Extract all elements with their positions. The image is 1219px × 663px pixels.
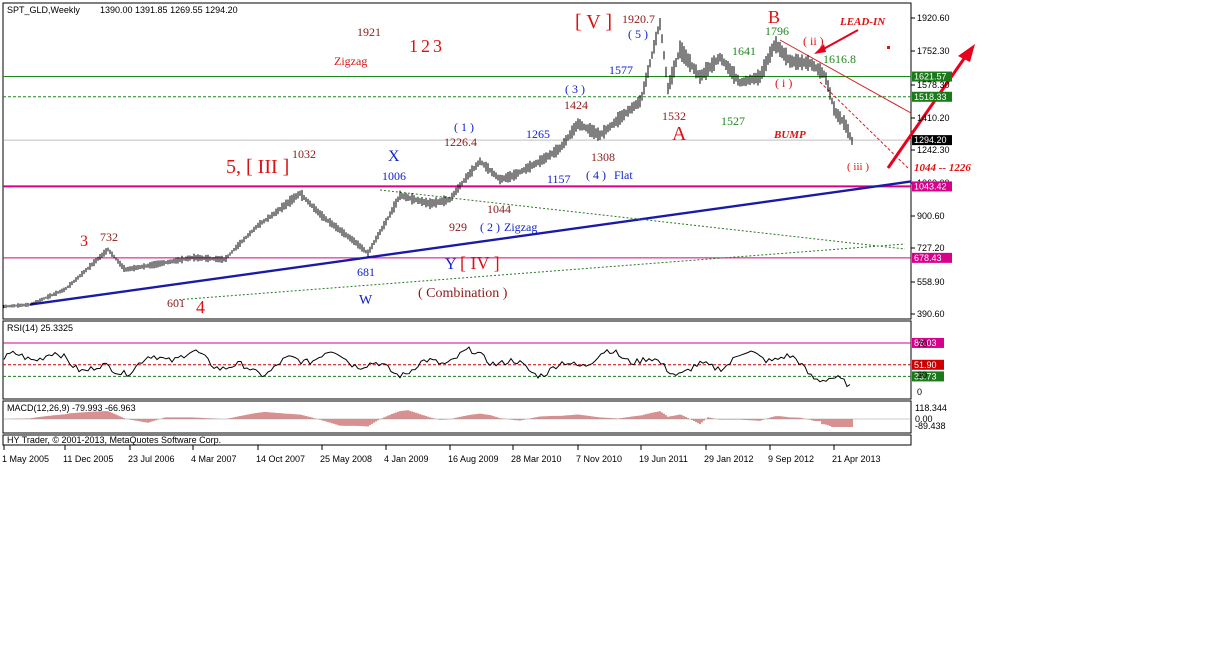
wave-label: 1920.7 [622, 12, 655, 26]
y-tick-label: 1752.30 [917, 46, 950, 56]
wave-label: ( iii ) [847, 161, 869, 173]
wave-label: ( 1 ) [454, 120, 474, 134]
x-tick-label: 25 May 2008 [320, 454, 372, 464]
wave-label: 1032 [292, 147, 316, 161]
rsi-level-label: 51.90 [914, 360, 937, 370]
x-tick-label: 1 May 2005 [2, 454, 49, 464]
wave-label: X [388, 148, 400, 165]
wave-label: 1616.8 [823, 52, 856, 66]
main-panel-frame [2, 2, 912, 320]
footer-copyright: HY Trader, © 2001-2013, MetaQuotes Softw… [7, 435, 221, 445]
wave-label: Flat [614, 168, 633, 182]
price-label: 1518.33 [914, 92, 947, 102]
chart-root: 86.03 51.90 33.73 1921 Zigzag 1 2 3[ V ] 1920.7… [0, 0, 1219, 658]
wave-label: 1044 [487, 202, 511, 216]
wave-label: [ V ] [575, 11, 612, 33]
x-tick-label: 9 Sep 2012 [768, 454, 814, 464]
x-tick-label: 11 Dec 2005 [63, 454, 113, 464]
wave-label: ( ii ) [803, 34, 824, 48]
wave-label: 1527 [721, 114, 745, 128]
x-tick-label: 21 Apr 2013 [832, 454, 881, 464]
wave-label: LEAD-IN [839, 16, 886, 28]
price-label: 678.43 [914, 253, 942, 263]
y-tick-label: 900.60 [917, 211, 945, 221]
wave-label: 732 [100, 230, 118, 244]
price-label: 1043.42 [914, 181, 947, 191]
wave-label: Zigzag [504, 220, 537, 234]
chart-ohlc: 1390.00 1391.85 1269.55 1294.20 [100, 5, 238, 15]
wave-label: 1424 [564, 98, 588, 112]
wave-label: 601 [167, 296, 185, 310]
wave-label: 1577 [609, 63, 633, 77]
forecast-arrowhead [958, 44, 975, 62]
wave-label: W [359, 293, 373, 308]
wave-label: 4 [196, 297, 205, 317]
macd-panel-frame [2, 400, 912, 434]
wave-label: A [672, 123, 687, 145]
macd-title: MACD(12,26,9) -79.993 -66.963 [7, 403, 136, 413]
wave-label: 1796 [765, 24, 789, 38]
x-tick-label: 28 Mar 2010 [511, 454, 562, 464]
wave-label: 1044 -- 1226 [914, 162, 971, 174]
x-tick-label: 16 Aug 2009 [448, 454, 499, 464]
macd-tick-label: -89.438 [915, 421, 946, 431]
wave-label: 1 [409, 36, 418, 56]
wave-label: Y [445, 256, 457, 273]
rsi-title: RSI(14) 25.3325 [7, 323, 73, 333]
wave-label: ( i ) [775, 76, 792, 90]
wave-label: ( 3 ) [565, 82, 585, 96]
wave-label: ( Combination ) [418, 286, 508, 301]
rsi-panel-frame [2, 320, 912, 400]
wave-label: 3 [80, 233, 88, 250]
wave-label: 929 [449, 220, 467, 234]
rsi-tick-label: 30 [917, 370, 927, 380]
price-label: 1621.57 [914, 72, 947, 82]
price-label: 1294.20 [914, 135, 947, 145]
wave-label: 1532 [662, 109, 686, 123]
wave-label: ( 4 ) [586, 168, 606, 182]
x-tick-label: 4 Mar 2007 [191, 454, 237, 464]
wave-label: 1006 [382, 169, 406, 183]
wave-label: 5, [ III ] [226, 156, 289, 178]
y-tick-label: 558.90 [917, 277, 945, 287]
wave-label: 3 [433, 36, 442, 56]
wave-label: 1265 [526, 127, 550, 141]
wave-label: 1921 [357, 25, 381, 39]
x-tick-label: 7 Nov 2010 [576, 454, 622, 464]
wave-label: ( 2 ) [480, 220, 500, 234]
wave-label: BUMP [773, 129, 806, 141]
wave-label: 1641 [732, 44, 756, 58]
rsi-tick-label: 70 [917, 339, 927, 349]
wave-label: 681 [357, 265, 375, 279]
y-tick-label: 390.60 [917, 309, 945, 319]
x-tick-label: 19 Jun 2011 [639, 454, 688, 464]
y-tick-label: 727.20 [917, 243, 945, 253]
x-tick-label: 23 Jul 2006 [128, 454, 175, 464]
marker-dot [887, 46, 890, 49]
chart-symbol: SPT_GLD,Weekly [7, 5, 80, 15]
wave-label: 1308 [591, 150, 615, 164]
x-tick-label: 29 Jan 2012 [704, 454, 754, 464]
rsi-tick-label: 0 [917, 387, 922, 397]
wave-label: Zigzag [334, 54, 367, 68]
wave-label: 1226.4 [444, 135, 477, 149]
chart-canvas: 86.0351.9033.73 1921Zigzag1 2 3[ V ] 1920.7… [2, 2, 975, 464]
x-tick-label: 4 Jan 2009 [384, 454, 429, 464]
x-tick-label: 14 Oct 2007 [256, 454, 305, 464]
wave-label: ( 5 ) [628, 27, 648, 41]
y-tick-label: 1920.60 [917, 13, 950, 23]
macd-tick-label: 118.344 [915, 403, 947, 413]
wave-label: [ IV ] [460, 253, 500, 273]
y-tick-label: 1410.20 [917, 113, 950, 123]
wave-label: 2 [421, 36, 430, 56]
y-tick-label: 1242.30 [917, 145, 950, 155]
wave-label: 1157 [547, 172, 571, 186]
